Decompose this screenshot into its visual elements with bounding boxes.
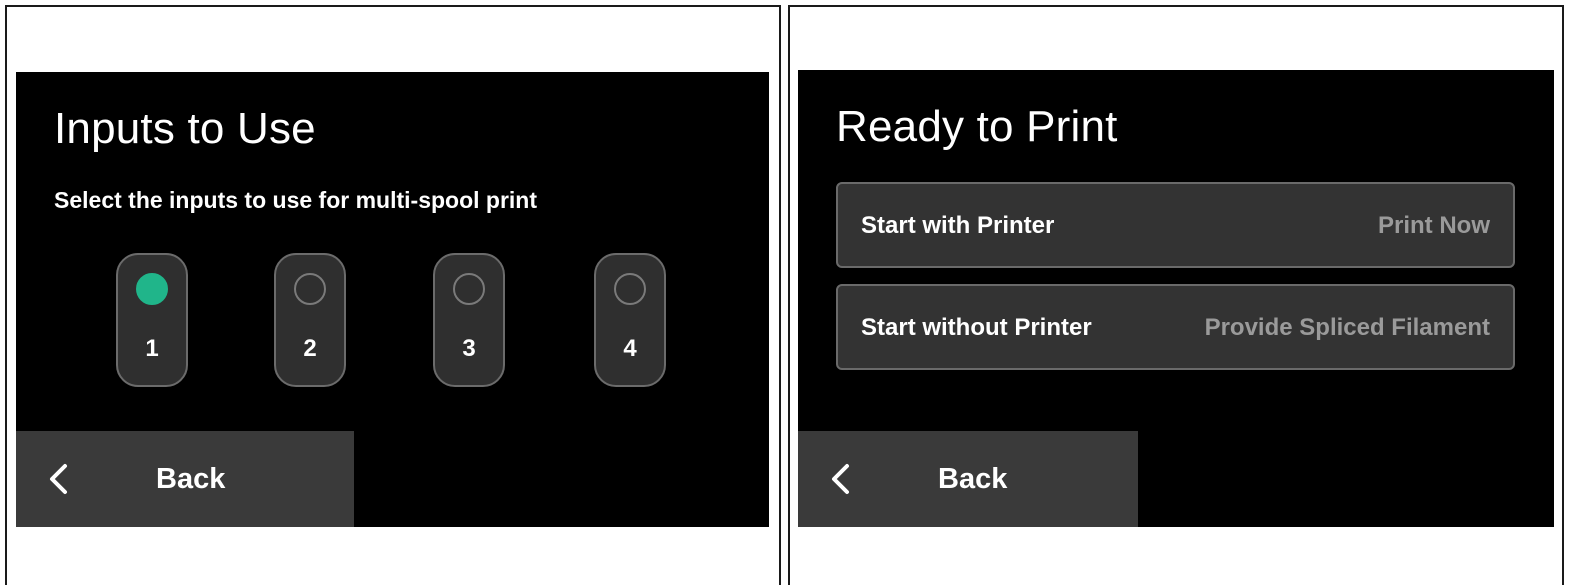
page-title: Inputs to Use bbox=[54, 104, 316, 153]
back-button-label: Back bbox=[156, 463, 226, 495]
back-button[interactable]: Back bbox=[798, 431, 1138, 527]
page-title: Ready to Print bbox=[836, 102, 1118, 151]
page-subtitle: Select the inputs to use for multi-spool… bbox=[54, 187, 538, 213]
input-3-label: 3 bbox=[462, 335, 476, 362]
chevron-left-icon bbox=[832, 464, 849, 494]
input-4-toggle[interactable]: 4 bbox=[594, 253, 666, 387]
input-4-label: 4 bbox=[623, 335, 637, 362]
input-1-toggle[interactable]: 1 bbox=[116, 253, 188, 387]
option-value: Print Now bbox=[1378, 212, 1490, 239]
start-without-printer-option[interactable]: Start without Printer Provide Spliced Fi… bbox=[836, 284, 1515, 370]
option-label: Start with Printer bbox=[861, 212, 1055, 239]
input-3-toggle[interactable]: 3 bbox=[433, 253, 505, 387]
selected-indicator-icon bbox=[136, 273, 168, 305]
unselected-indicator-icon bbox=[614, 273, 646, 305]
back-button[interactable]: Back bbox=[16, 431, 354, 527]
option-value: Provide Spliced Filament bbox=[1204, 314, 1490, 341]
left-screenshot-frame: Inputs to Use Select the inputs to use f… bbox=[5, 5, 781, 585]
input-2-label: 2 bbox=[303, 335, 317, 362]
chevron-left-icon bbox=[50, 464, 67, 494]
input-2-toggle[interactable]: 2 bbox=[274, 253, 346, 387]
input-1-label: 1 bbox=[145, 335, 159, 362]
back-button-label: Back bbox=[938, 463, 1008, 495]
option-label: Start without Printer bbox=[861, 314, 1092, 341]
right-screenshot-frame: Ready to Print Start with Printer Print … bbox=[788, 5, 1564, 585]
ready-to-print-screen: Ready to Print Start with Printer Print … bbox=[798, 70, 1554, 527]
inputs-to-use-screen: Inputs to Use Select the inputs to use f… bbox=[16, 72, 769, 527]
start-with-printer-option[interactable]: Start with Printer Print Now bbox=[836, 182, 1515, 268]
unselected-indicator-icon bbox=[294, 273, 326, 305]
unselected-indicator-icon bbox=[453, 273, 485, 305]
